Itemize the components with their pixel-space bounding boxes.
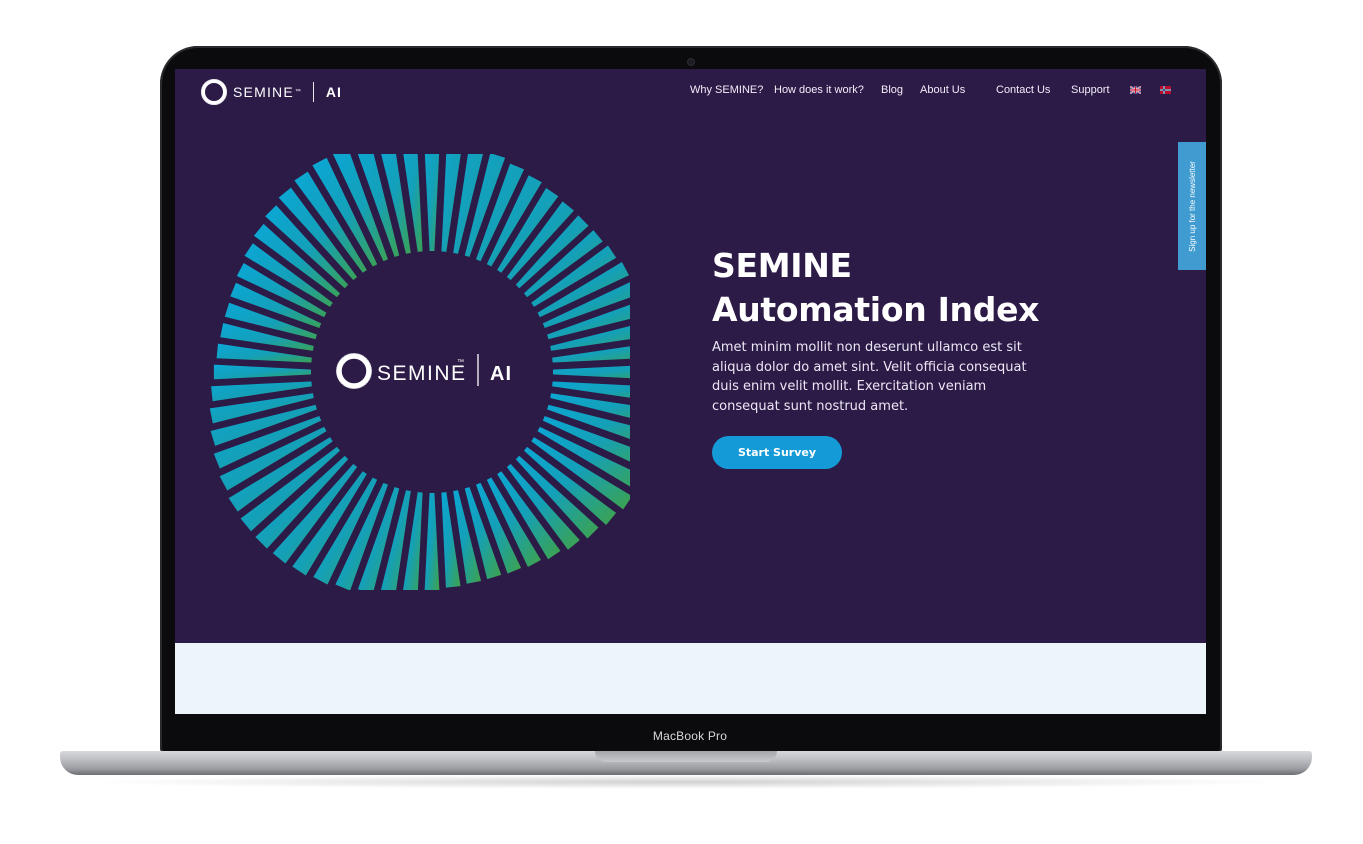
graphic-brand-name: SEMINE xyxy=(377,362,467,385)
nav-link-about-us[interactable]: About Us xyxy=(920,84,965,96)
burst-ray xyxy=(544,365,630,379)
device-bezel-label: MacBook Pro xyxy=(652,729,728,743)
nav-link-contact-us[interactable]: Contact Us xyxy=(996,84,1050,96)
newsletter-signup-label: Sign up for the newsletter xyxy=(1187,160,1197,252)
start-survey-button[interactable]: Start Survey xyxy=(712,436,842,469)
nav-link-why-semine[interactable]: Why SEMINE? xyxy=(690,84,763,96)
hero-title: SEMINE Automation Index xyxy=(712,246,1040,329)
uk-flag-icon[interactable] xyxy=(1130,86,1141,94)
nav-link-blog[interactable]: Blog xyxy=(881,84,903,96)
camera-icon xyxy=(688,59,694,65)
norway-flag-icon[interactable] xyxy=(1160,86,1171,94)
hero-content: SEMINE Automation Index Amet minim molli… xyxy=(712,244,1052,416)
top-navigation: SEMINE ™ AI Why SEMINE? How does it work… xyxy=(175,69,1206,113)
nav-links: Why SEMINE? How does it work? Blog About… xyxy=(175,84,1206,100)
burst-ray xyxy=(424,484,440,590)
hero-description: Amet minim mollit non deserunt ullamco e… xyxy=(712,340,1027,414)
burst-ray xyxy=(424,154,440,260)
nav-link-support[interactable]: Support xyxy=(1071,84,1110,96)
graphic-brand-trademark: ™ xyxy=(457,359,464,366)
laptop-shadow xyxy=(80,775,1292,789)
automation-burst-graphic: SEMINE ™ AI xyxy=(209,154,630,590)
laptop-opening-notch xyxy=(595,751,777,762)
burst-ray xyxy=(213,364,320,380)
newsletter-signup-tab[interactable]: Sign up for the newsletter xyxy=(1178,142,1206,270)
browser-screen: SEMINE ™ AI Why SEMINE? How does it work… xyxy=(175,69,1206,714)
nav-link-how-it-works[interactable]: How does it work? xyxy=(774,84,864,96)
lower-content-section xyxy=(175,643,1206,714)
graphic-brand-suffix: AI xyxy=(490,363,512,385)
